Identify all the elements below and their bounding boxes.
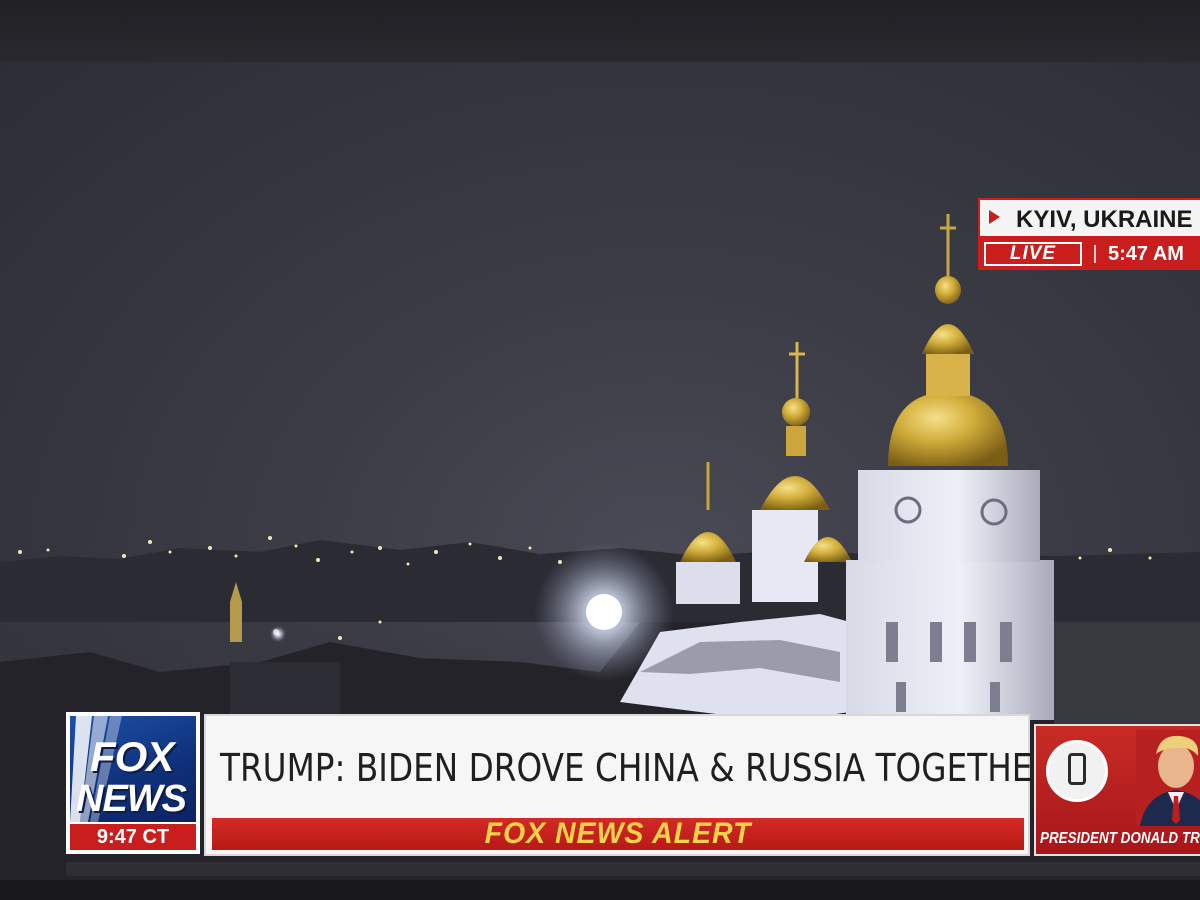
alert-bar: FOX NEWS ALERT [212, 818, 1024, 850]
fox-news-logo: FOX NEWS 9:47 CT [66, 712, 200, 854]
live-badge: LIVE [984, 242, 1082, 266]
screen-bottom-strip [66, 862, 1200, 876]
tower-cupola [922, 324, 974, 354]
location-bug: KYIV, UKRAINE LIVE 5:47 AM [978, 198, 1200, 276]
logo-fox-text: FOX [90, 733, 174, 780]
tower-drum [926, 352, 970, 396]
headline: TRUMP: BIDEN DROVE CHINA & RUSSIA TOGETH… [220, 746, 1056, 790]
bell-tower-base [846, 560, 1054, 720]
lower-third: FOX NEWS 9:47 CT TRUMP: BIDEN DROVE CHIN… [66, 712, 1200, 860]
bell-tower-upper [858, 470, 1040, 562]
tv-screen: KYIV, UKRAINE LIVE 5:47 AM FOX NEWS 9:47… [0, 62, 1200, 882]
small-light [270, 626, 286, 642]
location-label: KYIV, UKRAINE [1016, 206, 1193, 233]
phone-icon [1068, 753, 1086, 785]
tv-bezel-bottom [0, 880, 1200, 900]
logo-news-text: NEWS [76, 778, 187, 820]
tower-dome [888, 392, 1008, 466]
headline-panel: TRUMP: BIDEN DROVE CHINA & RUSSIA TOGETH… [204, 714, 1056, 856]
phone-badge [1046, 740, 1108, 802]
middle-cupola [782, 398, 810, 426]
live-label: LIVE [1009, 243, 1057, 264]
left-drum [676, 562, 740, 604]
logo-background: FOX NEWS [70, 716, 196, 822]
tv-bezel [0, 0, 1200, 70]
left-dome [680, 532, 736, 562]
local-time: 5:47 AM [1108, 243, 1184, 265]
tower-top-ball [935, 276, 961, 304]
floodlight [586, 594, 622, 630]
alert-label: FOX NEWS ALERT [484, 817, 752, 850]
middle-neck [786, 426, 806, 456]
speaker-portrait [1136, 730, 1200, 826]
play-arrow-icon [989, 210, 1000, 224]
network-clock: 9:47 CT [70, 824, 196, 850]
side-panel: PRESIDENT DONALD TRUMP [1034, 724, 1200, 856]
side-caption: PRESIDENT DONALD TRUMP [1040, 830, 1200, 847]
live-separator [1094, 245, 1096, 263]
location-banner: KYIV, UKRAINE [978, 198, 1200, 238]
middle-dome [760, 476, 830, 510]
live-bar: LIVE 5:47 AM [978, 238, 1200, 270]
